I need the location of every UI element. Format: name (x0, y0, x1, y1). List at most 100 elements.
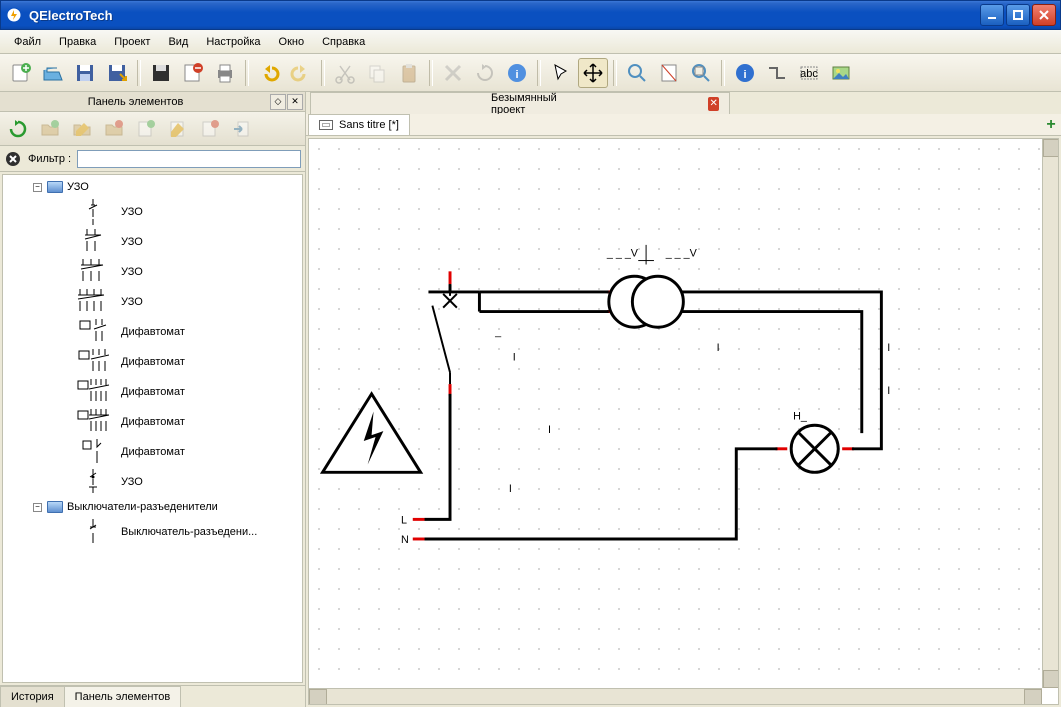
print-button[interactable] (210, 58, 240, 88)
about-button[interactable]: i (730, 58, 760, 88)
menu-help[interactable]: Справка (314, 33, 373, 51)
sheet-tab[interactable]: Sans titre [*] (308, 114, 410, 135)
info-button[interactable]: i (502, 58, 532, 88)
delete-folder-button[interactable] (100, 115, 128, 143)
symbol-icon (73, 469, 113, 495)
minimize-button[interactable] (980, 4, 1004, 26)
panel-title: Панель элементов (2, 96, 269, 108)
folder-icon (47, 181, 63, 193)
new-button[interactable] (6, 58, 36, 88)
tab-close-icon[interactable]: ✕ (708, 97, 719, 111)
window-title: QElectroTech (29, 8, 980, 23)
save-as-button[interactable] (102, 58, 132, 88)
filter-input[interactable] (77, 150, 301, 168)
fit-button[interactable] (686, 58, 716, 88)
panel-bottom-tabs: История Панель элементов (0, 685, 305, 707)
cut-button[interactable] (330, 58, 360, 88)
filter-row: Фильтр : (0, 146, 305, 172)
sheet-tab-label: Sans titre [*] (339, 119, 399, 131)
label-v1: _ _ _V (606, 248, 639, 260)
menu-view[interactable]: Вид (160, 33, 196, 51)
svg-text:i: i (515, 69, 518, 81)
tree-item[interactable]: Дифавтомат (3, 407, 302, 437)
menu-settings[interactable]: Настройка (198, 33, 268, 51)
tree-folder-uzo[interactable]: − УЗО (3, 177, 302, 197)
add-sheet-button[interactable]: + (1041, 114, 1061, 135)
reload-button[interactable] (4, 115, 32, 143)
tree-item[interactable]: УЗО (3, 257, 302, 287)
close-doc-button[interactable] (178, 58, 208, 88)
svg-text:I: I (509, 483, 512, 495)
undo-button[interactable] (254, 58, 284, 88)
canvas-viewport: L N _ _ _V _ _ _V H_ _ I I I I (308, 138, 1059, 705)
text-button[interactable]: abc (794, 58, 824, 88)
label-L: L (401, 514, 407, 526)
tree-item[interactable]: Выключатель-разъедени... (3, 517, 302, 547)
new-element-button[interactable] (132, 115, 160, 143)
paste-button[interactable] (394, 58, 424, 88)
tree-item[interactable]: Дифавтомат (3, 347, 302, 377)
open-button[interactable] (38, 58, 68, 88)
tab-elements[interactable]: Панель элементов (64, 686, 182, 707)
tree-item[interactable]: Дифавтомат (3, 317, 302, 347)
new-folder-button[interactable] (36, 115, 64, 143)
symbol-icon (73, 349, 113, 375)
tree-item[interactable]: УЗО (3, 197, 302, 227)
document-tab-bar: Безымянный проект ✕ (306, 92, 1061, 114)
tree-folder-switches[interactable]: − Выключатели-разъеденители (3, 497, 302, 517)
delete-button[interactable] (438, 58, 468, 88)
project-tab-label: Безымянный проект (491, 92, 568, 116)
conductor-button[interactable] (762, 58, 792, 88)
page-button[interactable] (654, 58, 684, 88)
edit-element-button[interactable] (164, 115, 192, 143)
delete-element-button[interactable] (196, 115, 224, 143)
import-button[interactable] (228, 115, 256, 143)
edit-folder-button[interactable] (68, 115, 96, 143)
redo-button[interactable] (286, 58, 316, 88)
maximize-button[interactable] (1006, 4, 1030, 26)
horizontal-scrollbar[interactable] (309, 688, 1042, 704)
tab-history[interactable]: История (0, 686, 65, 707)
symbol-icon (73, 259, 113, 285)
menu-bar: Файл Правка Проект Вид Настройка Окно Сп… (0, 30, 1061, 54)
tree-item[interactable]: Дифавтомат (3, 437, 302, 467)
image-button[interactable] (826, 58, 856, 88)
tree-item[interactable]: УЗО (3, 227, 302, 257)
menu-window[interactable]: Окно (271, 33, 313, 51)
symbol-icon (73, 229, 113, 255)
project-tab[interactable]: Безымянный проект ✕ (310, 92, 730, 114)
svg-text:I: I (548, 424, 551, 436)
canvas[interactable]: L N _ _ _V _ _ _V H_ _ I I I I (309, 139, 1042, 688)
tree-item[interactable]: УЗО (3, 287, 302, 317)
symbol-icon (73, 439, 113, 465)
close-button[interactable] (1032, 4, 1056, 26)
panel-float-button[interactable]: ◇ (270, 94, 286, 110)
vertical-scrollbar[interactable] (1042, 139, 1058, 688)
move-tool[interactable] (578, 58, 608, 88)
sheet-icon (319, 120, 333, 130)
menu-file[interactable]: Файл (6, 33, 49, 51)
panel-close-button[interactable]: ✕ (287, 94, 303, 110)
menu-edit[interactable]: Правка (51, 33, 104, 51)
save-button[interactable] (70, 58, 100, 88)
symbol-icon (73, 289, 113, 315)
elements-tree[interactable]: − УЗО УЗО УЗО УЗО (2, 174, 303, 683)
panel-toolbar (0, 112, 305, 146)
copy-button[interactable] (362, 58, 392, 88)
save-dark-button[interactable] (146, 58, 176, 88)
filter-label: Фильтр : (28, 153, 71, 165)
clear-filter-icon[interactable] (4, 150, 22, 168)
svg-text:I: I (887, 342, 890, 354)
symbol-icon (73, 199, 113, 225)
menu-project[interactable]: Проект (106, 33, 158, 51)
elements-panel: Панель элементов ◇ ✕ Фильтр : − У (0, 92, 306, 707)
select-tool[interactable] (546, 58, 576, 88)
zoom-button[interactable] (622, 58, 652, 88)
svg-text:abc: abc (800, 68, 818, 80)
label-v2: _ _ _V (665, 248, 698, 260)
tree-item[interactable]: УЗО (3, 467, 302, 497)
rotate-button[interactable] (470, 58, 500, 88)
schematic: L N _ _ _V _ _ _V H_ _ I I I I (309, 139, 1042, 688)
symbol-icon (73, 319, 113, 345)
tree-item[interactable]: Дифавтомат (3, 377, 302, 407)
